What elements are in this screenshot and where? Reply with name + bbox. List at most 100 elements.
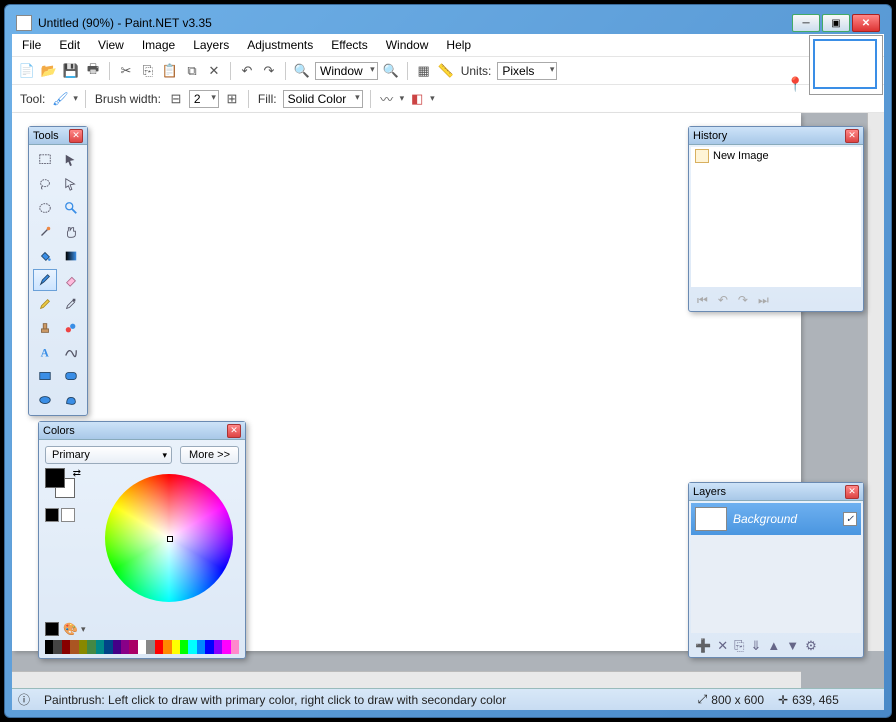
tool-paint-bucket[interactable] <box>33 245 57 267</box>
undo-icon[interactable]: ↶ <box>238 62 256 80</box>
palette-color[interactable] <box>205 640 213 654</box>
current-color-swatch[interactable] <box>45 622 59 636</box>
horizontal-scrollbar[interactable] <box>12 671 801 688</box>
maximize-button[interactable]: ▣ <box>822 14 850 32</box>
menu-layers[interactable]: Layers <box>193 38 229 52</box>
palette-color[interactable] <box>197 640 205 654</box>
palette-color[interactable] <box>188 640 196 654</box>
palette-color[interactable] <box>45 640 53 654</box>
palette-color[interactable] <box>231 640 239 654</box>
tool-freeform[interactable] <box>59 389 83 411</box>
palette-color[interactable] <box>214 640 222 654</box>
deselect-icon[interactable]: ✕ <box>205 62 223 80</box>
tools-panel[interactable]: Tools ✕ A <box>28 126 88 416</box>
close-button[interactable]: ✕ <box>852 14 880 32</box>
tool-recolor[interactable] <box>59 317 83 339</box>
palette-menu-icon[interactable]: 🎨 <box>63 622 77 636</box>
tool-pencil[interactable] <box>33 293 57 315</box>
antialias-icon[interactable]: 〰 <box>378 90 396 108</box>
brush-width-plus-button[interactable]: ⊞ <box>223 90 241 108</box>
history-rewind-button[interactable]: ⏮ <box>697 293 708 308</box>
tool-ellipse[interactable] <box>33 389 57 411</box>
menu-image[interactable]: Image <box>142 38 175 52</box>
current-tool-icon[interactable]: 🖌 <box>51 90 69 108</box>
brush-width-minus-button[interactable]: ⊟ <box>167 90 185 108</box>
palette-color[interactable] <box>70 640 78 654</box>
titlebar[interactable]: Untitled (90%) - Paint.NET v3.35 ─ ▣ ✕ <box>12 12 884 34</box>
layer-row[interactable]: Background ✓ <box>691 503 861 535</box>
history-undo-button[interactable]: ↶ <box>718 293 728 308</box>
redo-icon[interactable]: ↷ <box>260 62 278 80</box>
tool-clone-stamp[interactable] <box>33 317 57 339</box>
add-layer-button[interactable]: ➕ <box>695 638 711 654</box>
menu-window[interactable]: Window <box>386 38 429 52</box>
palette-color[interactable] <box>79 640 87 654</box>
fill-combo[interactable]: Solid Color <box>283 90 363 108</box>
grid-icon[interactable]: ▦ <box>415 62 433 80</box>
menu-adjustments[interactable]: Adjustments <box>247 38 313 52</box>
palette-color[interactable] <box>138 640 146 654</box>
tool-ellipse-select[interactable] <box>33 197 57 219</box>
palette-color[interactable] <box>87 640 95 654</box>
tool-gradient[interactable] <box>59 245 83 267</box>
move-layer-down-button[interactable]: ▼ <box>786 638 799 654</box>
layers-panel-close-button[interactable]: ✕ <box>845 485 859 499</box>
delete-layer-button[interactable]: ✕ <box>717 638 728 654</box>
move-layer-up-button[interactable]: ▲ <box>767 638 780 654</box>
palette-color[interactable] <box>62 640 70 654</box>
tool-rounded-rect[interactable] <box>59 365 83 387</box>
tool-rect-select[interactable] <box>33 149 57 171</box>
print-icon[interactable]: 🖶 <box>84 62 102 80</box>
duplicate-layer-button[interactable]: ⎘ <box>734 638 744 654</box>
palette-color[interactable] <box>129 640 137 654</box>
swap-colors-icon[interactable]: ⇄ <box>73 468 81 479</box>
tool-pan[interactable] <box>59 221 83 243</box>
paste-icon[interactable]: 📋 <box>161 62 179 80</box>
cut-icon[interactable]: ✂ <box>117 62 135 80</box>
palette-color[interactable] <box>121 640 129 654</box>
palette-strip[interactable] <box>45 640 239 654</box>
palette-color[interactable] <box>53 640 61 654</box>
brush-width-value[interactable]: 2 <box>189 90 219 108</box>
colors-more-button[interactable]: More >> <box>180 446 239 464</box>
palette-color[interactable] <box>113 640 121 654</box>
tool-line[interactable] <box>59 341 83 363</box>
color-mode-combo[interactable]: Primary <box>45 446 172 464</box>
color-wheel-cursor[interactable] <box>167 536 173 542</box>
blend-mode-icon[interactable]: ◧ <box>408 90 426 108</box>
default-black-swatch[interactable] <box>45 508 59 522</box>
history-item[interactable]: New Image <box>691 147 861 165</box>
history-panel-close-button[interactable]: ✕ <box>845 129 859 143</box>
layers-panel[interactable]: Layers ✕ Background ✓ ➕ ✕ ⎘ ⇓ ▲ ▼ ⚙ <box>688 482 864 658</box>
menu-effects[interactable]: Effects <box>331 38 367 52</box>
document-thumbnail[interactable] <box>813 39 877 89</box>
tool-zoom[interactable] <box>59 197 83 219</box>
menu-help[interactable]: Help <box>446 38 471 52</box>
tool-lasso[interactable] <box>33 173 57 195</box>
tool-move-selection[interactable] <box>59 149 83 171</box>
layer-visible-checkbox[interactable]: ✓ <box>843 512 857 526</box>
default-white-swatch[interactable] <box>61 508 75 522</box>
tool-paintbrush[interactable] <box>33 269 57 291</box>
palette-color[interactable] <box>222 640 230 654</box>
units-combo[interactable]: Pixels <box>497 62 557 80</box>
palette-color[interactable] <box>163 640 171 654</box>
palette-color[interactable] <box>104 640 112 654</box>
menu-file[interactable]: File <box>22 38 41 52</box>
palette-color[interactable] <box>155 640 163 654</box>
layer-properties-button[interactable]: ⚙ <box>805 638 817 654</box>
zoom-window-combo[interactable]: Window <box>315 62 378 80</box>
colors-panel[interactable]: Colors ✕ Primary More >> ⇄ 🎨 ▾ <box>38 421 246 659</box>
menu-edit[interactable]: Edit <box>59 38 80 52</box>
primary-color-swatch[interactable] <box>45 468 65 488</box>
palette-color[interactable] <box>96 640 104 654</box>
history-redo-button[interactable]: ↷ <box>738 293 748 308</box>
history-panel[interactable]: History ✕ New Image ⏮ ↶ ↷ ⏭ <box>688 126 864 312</box>
tool-eraser[interactable] <box>59 269 83 291</box>
zoom-in-icon[interactable]: 🔍 <box>382 62 400 80</box>
tool-rectangle[interactable] <box>33 365 57 387</box>
palette-color[interactable] <box>146 640 154 654</box>
tool-color-picker[interactable] <box>59 293 83 315</box>
primary-secondary-swatches[interactable]: ⇄ <box>45 468 81 504</box>
vertical-scrollbar[interactable] <box>867 113 884 651</box>
